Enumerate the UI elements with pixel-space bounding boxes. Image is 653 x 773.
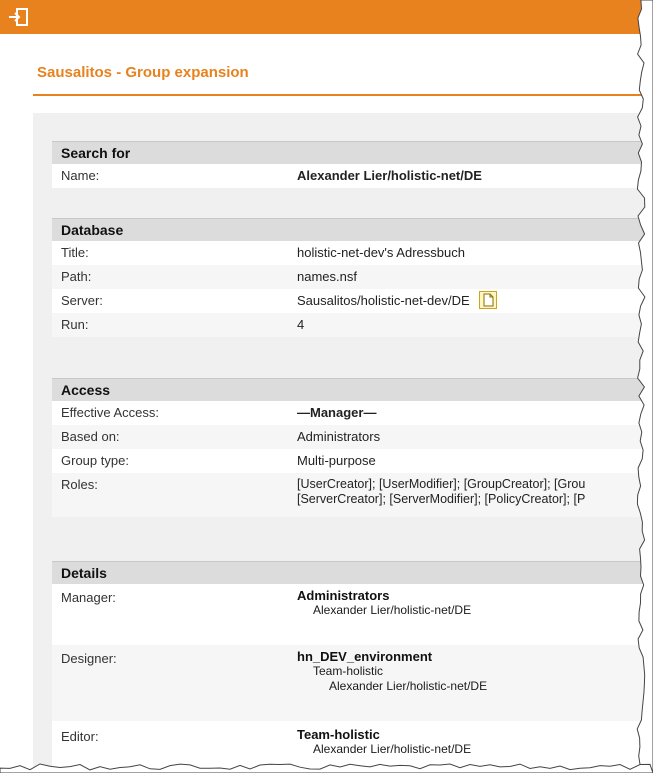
roles-label: Roles: bbox=[61, 477, 98, 492]
editor-value: Team-holistic Alexander Lier/holistic-ne… bbox=[297, 727, 471, 757]
based-on-value: Administrators bbox=[297, 429, 381, 444]
title-label: Title: bbox=[61, 245, 89, 260]
designer-member: Alexander Lier/holistic-net/DE bbox=[329, 679, 488, 693]
editor-member: Alexander Lier/holistic-net/DE bbox=[313, 742, 472, 756]
row-title: Title: holistic-net-dev's Adressbuch bbox=[52, 241, 653, 265]
roles-value: [UserCreator]; [UserModifier]; [GroupCre… bbox=[297, 477, 585, 507]
access-section: Access Effective Access: —Manager— Based… bbox=[52, 378, 653, 517]
server-label: Server: bbox=[61, 293, 103, 308]
page-title: Sausalitos - Group expansion bbox=[37, 64, 249, 81]
roles-line-1: [UserCreator]; [UserModifier]; [GroupCre… bbox=[297, 477, 586, 491]
name-label: Name: bbox=[61, 168, 100, 183]
search-for-section: Search for Name: Alexander Lier/holistic… bbox=[52, 141, 653, 188]
section-header-search-for: Search for bbox=[52, 141, 653, 164]
editor-group: Team-holistic bbox=[297, 727, 380, 742]
run-value: 4 bbox=[297, 317, 305, 332]
manager-label: Manager: bbox=[61, 590, 116, 605]
title-divider bbox=[33, 94, 653, 96]
section-header-database: Database bbox=[52, 218, 653, 241]
row-based-on: Based on: Administrators bbox=[52, 425, 653, 449]
row-path: Path: names.nsf bbox=[52, 265, 653, 289]
row-manager: Manager: Administrators Alexander Lier/h… bbox=[52, 584, 653, 644]
path-label: Path: bbox=[61, 269, 92, 284]
designer-subgroup: Team-holistic bbox=[313, 664, 384, 678]
designer-group: hn_DEV_environment bbox=[297, 649, 433, 664]
roles-line-2: [ServerCreator]; [ServerModifier]; [Poli… bbox=[297, 492, 586, 506]
group-type-value: Multi-purpose bbox=[297, 453, 376, 468]
title-value: holistic-net-dev's Adressbuch bbox=[297, 245, 465, 260]
group-type-label: Group type: bbox=[61, 453, 129, 468]
torn-right-edge bbox=[636, 0, 653, 773]
row-name: Name: Alexander Lier/holistic-net/DE bbox=[52, 164, 653, 188]
effective-access-value: —Manager— bbox=[297, 405, 377, 420]
database-section: Database Title: holistic-net-dev's Adres… bbox=[52, 218, 653, 337]
designer-value: hn_DEV_environment Team-holistic Alexand… bbox=[297, 649, 487, 694]
manager-group: Administrators bbox=[297, 588, 390, 603]
manager-value: Administrators Alexander Lier/holistic-n… bbox=[297, 588, 471, 618]
editor-label: Editor: bbox=[61, 729, 99, 744]
document-icon[interactable] bbox=[479, 290, 498, 309]
row-designer: Designer: hn_DEV_environment Team-holist… bbox=[52, 645, 653, 721]
torn-bottom-edge bbox=[0, 763, 653, 773]
path-value: names.nsf bbox=[297, 269, 357, 284]
run-label: Run: bbox=[61, 317, 89, 332]
row-roles: Roles: [UserCreator]; [UserModifier]; [G… bbox=[52, 473, 653, 517]
row-run: Run: 4 bbox=[52, 313, 653, 337]
effective-access-label: Effective Access: bbox=[61, 405, 160, 420]
section-header-details: Details bbox=[52, 561, 653, 584]
designer-label: Designer: bbox=[61, 651, 117, 666]
details-section: Details Manager: Administrators Alexande… bbox=[52, 561, 653, 773]
server-value: Sausalitos/holistic-net-dev/DE bbox=[297, 293, 470, 308]
row-group-type: Group type: Multi-purpose bbox=[52, 449, 653, 473]
exit-door-icon[interactable] bbox=[8, 7, 30, 27]
manager-member: Alexander Lier/holistic-net/DE bbox=[313, 603, 472, 617]
based-on-label: Based on: bbox=[61, 429, 120, 444]
server-value-container: Sausalitos/holistic-net-dev/DE bbox=[297, 289, 498, 313]
row-server: Server: Sausalitos/holistic-net-dev/DE bbox=[52, 289, 653, 313]
section-header-access: Access bbox=[52, 378, 653, 401]
name-value: Alexander Lier/holistic-net/DE bbox=[297, 168, 482, 183]
row-effective-access: Effective Access: —Manager— bbox=[52, 401, 653, 425]
top-bar bbox=[0, 0, 653, 34]
